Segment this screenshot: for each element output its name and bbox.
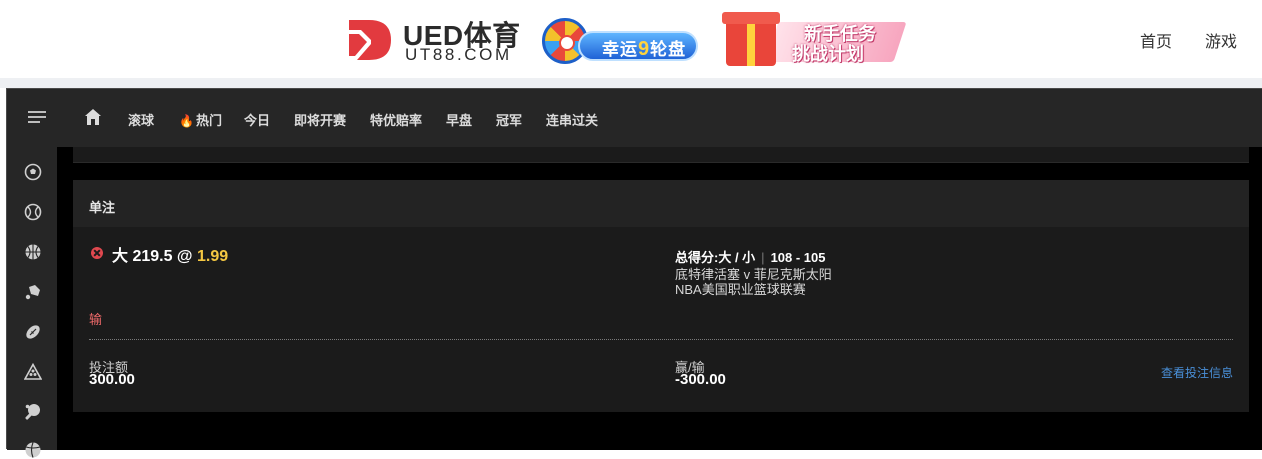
lost-status-icon xyxy=(91,247,103,259)
site-logo[interactable]: UED体育 UT88.COM xyxy=(349,14,529,66)
menu-item-upcoming[interactable]: 即将开赛 xyxy=(294,110,346,129)
football-icon[interactable] xyxy=(24,323,42,341)
sports-sidebar xyxy=(7,147,57,458)
menu-item-early[interactable]: 早盘 xyxy=(446,110,472,129)
menu-item-outright[interactable]: 冠军 xyxy=(496,110,522,129)
logo-subtitle: UT88.COM xyxy=(405,45,512,64)
soccer-icon[interactable] xyxy=(24,163,42,181)
card-divider xyxy=(89,339,1233,340)
wheel-number: 9 xyxy=(638,38,651,60)
nav-games-link[interactable]: 游戏 xyxy=(1205,28,1237,52)
menu-item-hot[interactable]: 🔥 热门 xyxy=(179,110,222,129)
bet-card-header: 单注 xyxy=(73,180,1249,227)
bet-card: 单注 大 219.5 @ 1.99 总得分:大 / 小 | 108 - 105 底特… xyxy=(73,180,1249,412)
hamburger-menu-icon[interactable] xyxy=(28,111,46,125)
volleyball-icon[interactable] xyxy=(24,441,42,459)
snooker-icon[interactable] xyxy=(24,363,42,381)
newbie-task-banner[interactable]: 新手任务 挑战计划 xyxy=(722,8,907,70)
site-header: UED体育 UT88.COM 幸运9轮盘 新手任务 挑战计划 首页 游戏 xyxy=(0,0,1262,78)
wheel-suffix: 轮盘 xyxy=(650,40,687,59)
logo-mark-icon xyxy=(349,20,391,60)
header-separator xyxy=(0,78,1262,88)
view-bet-details-link[interactable]: 查看投注信息 xyxy=(1161,364,1233,381)
flame-icon: 🔥 xyxy=(179,114,194,128)
menu-item-today[interactable]: 今日 xyxy=(244,110,270,129)
sportsbook-app: 滚球 🔥 热门 今日 即将开赛 特优赔率 早盘 冠军 连串过关 单注 大 219… xyxy=(6,88,1262,458)
home-icon[interactable] xyxy=(84,108,102,126)
bet-type-title: 单注 xyxy=(89,200,116,215)
menu-item-live[interactable]: 滚球 xyxy=(128,110,154,129)
basketball-icon[interactable] xyxy=(24,243,42,261)
market-separator: | xyxy=(761,250,765,265)
lucky-wheel-banner[interactable]: 幸运9轮盘 xyxy=(542,14,699,66)
bet-selection: 大 219.5 @ 1.99 xyxy=(112,242,228,266)
stake-value: 300.00 xyxy=(89,371,135,388)
bet-result: 输 xyxy=(89,312,103,327)
league-name: NBA美国职业篮球联赛 xyxy=(675,282,806,297)
selection-text: 大 219.5 @ xyxy=(112,248,193,265)
final-score: 108 - 105 xyxy=(770,250,826,265)
menu-item-boosted-odds[interactable]: 特优赔率 xyxy=(370,110,422,129)
badminton-icon[interactable] xyxy=(24,283,42,301)
odds-value: 1.99 xyxy=(197,248,229,265)
menu-item-parlay[interactable]: 连串过关 xyxy=(546,110,598,129)
nav-home-link[interactable]: 首页 xyxy=(1140,28,1172,52)
sports-menu-bar: 滚球 🔥 热门 今日 即将开赛 特优赔率 早盘 冠军 连串过关 xyxy=(7,89,1262,147)
market-name: 总得分:大 / 小 xyxy=(675,250,756,265)
newbie-task-line2: 挑战计划 xyxy=(792,44,864,64)
menu-item-hot-label: 热门 xyxy=(195,113,222,128)
tennis-icon[interactable] xyxy=(24,203,42,221)
gift-box-icon xyxy=(722,12,780,66)
bet-history-panel: 单注 大 219.5 @ 1.99 总得分:大 / 小 | 108 - 105 底特… xyxy=(57,147,1262,450)
previous-card-edge xyxy=(73,147,1249,163)
win-loss-value: -300.00 xyxy=(675,371,726,388)
table-tennis-icon[interactable] xyxy=(24,403,42,421)
wheel-label: 幸运 xyxy=(602,40,638,59)
